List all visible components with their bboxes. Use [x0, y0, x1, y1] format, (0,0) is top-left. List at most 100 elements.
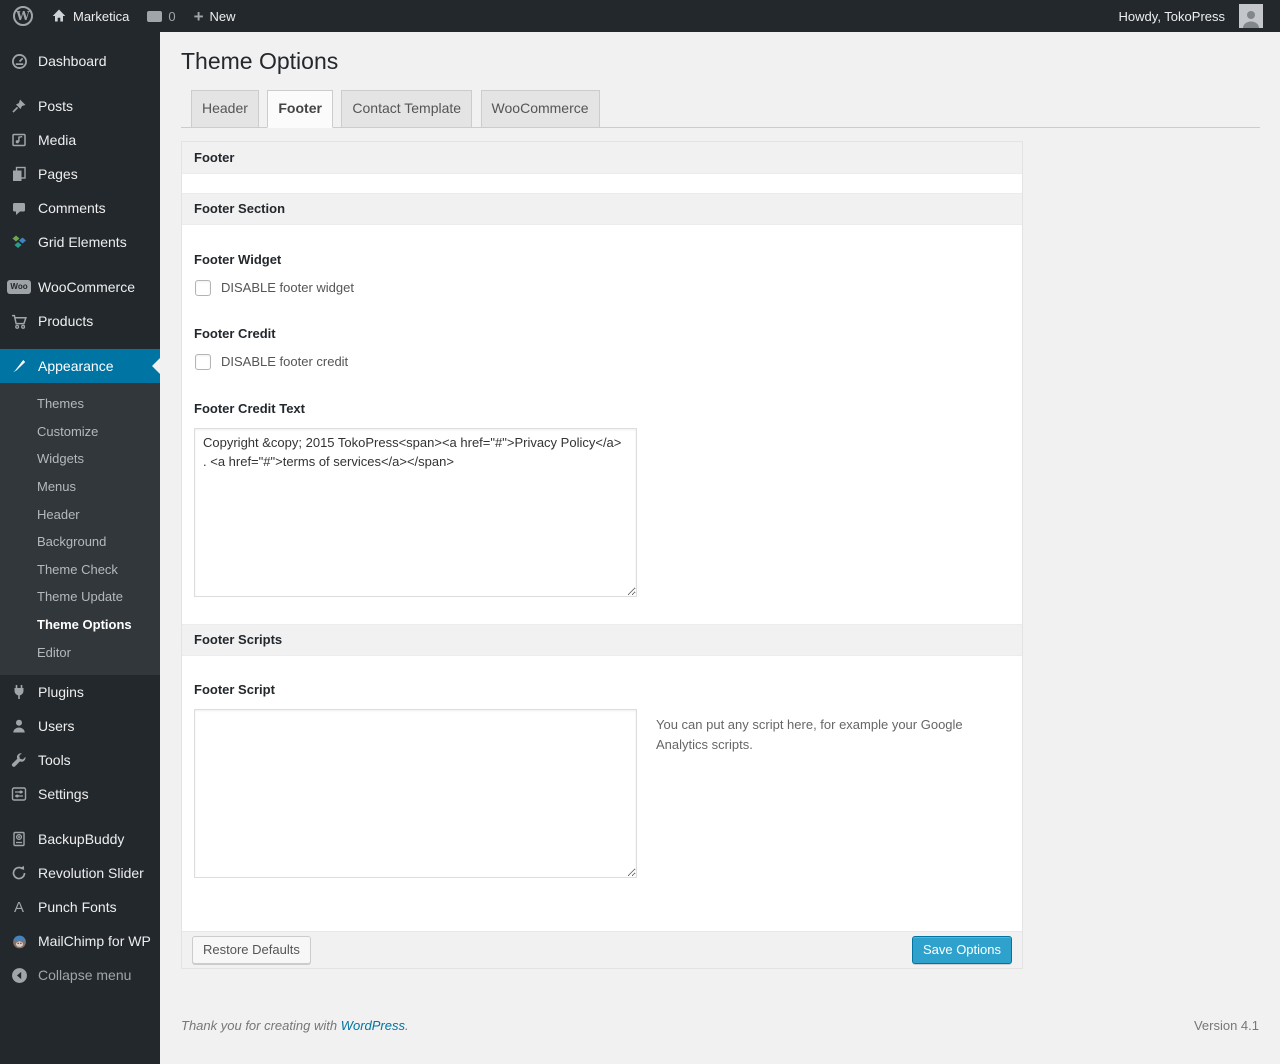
- footer-script-label: Footer Script: [194, 681, 275, 697]
- save-options-button[interactable]: Save Options: [911, 935, 1012, 964]
- submenu-theme-options[interactable]: Theme Options: [0, 611, 160, 639]
- footer-scripts-body: Footer Script You can put any script her…: [182, 656, 1022, 931]
- submenu-themes[interactable]: Themes: [0, 390, 160, 418]
- grid-elements-icon: [9, 232, 29, 252]
- wordpress-logo-icon: W: [13, 6, 33, 26]
- avatar: [1239, 4, 1263, 28]
- page-title: Theme Options: [181, 48, 339, 74]
- plus-icon: +: [193, 6, 204, 26]
- submenu-background[interactable]: Background: [0, 528, 160, 556]
- sidebar-item-label: Dashboard: [38, 53, 107, 69]
- footer-credit-text-textarea[interactable]: Copyright &copy; 2015 TokoPress<span><a …: [194, 427, 637, 597]
- sidebar-item-appearance[interactable]: Appearance: [0, 349, 160, 383]
- collapse-arrow-icon: [9, 965, 29, 985]
- sidebar-item-mailchimp[interactable]: MailChimp for WP: [0, 924, 160, 958]
- disable-footer-credit-label[interactable]: DISABLE footer credit: [221, 354, 348, 369]
- appearance-submenu: Themes Customize Widgets Menus Header Ba…: [0, 383, 160, 676]
- footer-script-help: You can put any script here, for example…: [656, 716, 963, 752]
- admin-bar: W Marketica 0 + New Howdy, TokoPress: [0, 0, 1280, 32]
- footer-credit-text-label: Footer Credit Text: [194, 400, 305, 416]
- sidebar-item-label: Punch Fonts: [38, 899, 117, 916]
- appearance-brush-icon: [9, 356, 29, 376]
- admin-footer: Thank you for creating with WordPress. V…: [181, 1018, 1260, 1033]
- new-content-menu[interactable]: + New: [185, 0, 245, 32]
- disable-footer-widget-checkbox[interactable]: [195, 279, 211, 296]
- wordpress-logo-menu[interactable]: W: [4, 0, 42, 32]
- sidebar-item-grid-elements[interactable]: Grid Elements: [0, 225, 160, 259]
- restore-defaults-button[interactable]: Restore Defaults: [192, 935, 311, 964]
- submenu-widgets[interactable]: Widgets: [0, 445, 160, 473]
- footer-box-header: Footer: [182, 141, 1022, 174]
- sidebar-item-tools[interactable]: Tools: [0, 743, 160, 777]
- sidebar-item-label: Users: [38, 718, 75, 735]
- submenu-theme-check[interactable]: Theme Check: [0, 556, 160, 584]
- sidebar-item-label: Products: [38, 313, 94, 329]
- sidebar-item-collapse-menu[interactable]: Collapse menu: [0, 958, 160, 992]
- sidebar-item-woocommerce[interactable]: Woo WooCommerce: [0, 270, 160, 304]
- footer-script-textarea[interactable]: [194, 708, 637, 878]
- submenu-customize[interactable]: Customize: [0, 418, 160, 446]
- new-label: New: [209, 8, 236, 24]
- submenu-theme-update[interactable]: Theme Update: [0, 583, 160, 611]
- sidebar-item-comments[interactable]: Comments: [0, 191, 160, 225]
- pages-icon: [9, 164, 29, 184]
- disable-footer-credit-checkbox[interactable]: [195, 353, 211, 370]
- footer-widget-label: Footer Widget: [194, 251, 282, 267]
- footer-credit-label: Footer Credit: [194, 325, 276, 341]
- sidebar-item-posts[interactable]: Posts: [0, 89, 160, 123]
- sidebar-item-label: Media: [38, 132, 77, 148]
- sidebar-item-label: Settings: [38, 786, 89, 803]
- submenu-editor[interactable]: Editor: [0, 639, 160, 667]
- sidebar-item-dashboard[interactable]: Dashboard: [0, 44, 160, 78]
- tab-footer[interactable]: Footer: [267, 90, 333, 128]
- mailchimp-monkey-icon: [9, 931, 29, 951]
- sidebar-item-settings[interactable]: Settings: [0, 777, 160, 811]
- sidebar-item-label: BackupBuddy: [38, 831, 125, 848]
- submenu-header[interactable]: Header: [0, 501, 160, 529]
- wordpress-link[interactable]: WordPress: [341, 1018, 405, 1033]
- tab-header[interactable]: Header: [191, 90, 259, 128]
- comments-icon: [9, 198, 29, 218]
- sidebar-item-label: Plugins: [38, 684, 84, 701]
- footer-section-body: Footer Widget DISABLE footer widget Foot…: [182, 225, 1022, 624]
- sidebar-item-pages[interactable]: Pages: [0, 157, 160, 191]
- sidebar-item-punch-fonts[interactable]: A Punch Fonts: [0, 890, 160, 924]
- admin-sidebar: Dashboard Posts Media Pages Comments Gri…: [0, 32, 160, 1064]
- theme-options-tabs: Header Footer Contact Template WooCommer…: [181, 90, 1260, 128]
- footer-options-panel: Footer Footer Section Footer Widget DISA…: [181, 140, 1023, 969]
- woocommerce-icon: Woo: [7, 277, 31, 297]
- thanks-suffix: .: [405, 1017, 409, 1033]
- footer-scripts-title: Footer Scripts: [194, 632, 283, 648]
- panel-action-bar: Restore Defaults Save Options: [182, 930, 1022, 968]
- thanks-prefix: Thank you for creating with: [181, 1017, 341, 1033]
- footer-section-header: Footer Section: [182, 192, 1022, 225]
- plugin-icon: [9, 682, 29, 702]
- user-icon: [9, 716, 29, 736]
- sidebar-item-products[interactable]: Products: [0, 304, 160, 338]
- sidebar-item-label: Collapse menu: [38, 967, 132, 984]
- footer-thanks-text: Thank you for creating with WordPress.: [181, 1018, 409, 1033]
- letter-a-icon: A: [13, 898, 24, 916]
- comments-shortcut[interactable]: 0: [138, 0, 184, 32]
- comment-count: 0: [168, 8, 176, 24]
- tab-contact-template[interactable]: Contact Template: [341, 90, 473, 128]
- site-name-link[interactable]: Marketica: [42, 0, 138, 32]
- wrench-icon: [9, 750, 29, 770]
- sidebar-item-revolution-slider[interactable]: Revolution Slider: [0, 856, 160, 890]
- sidebar-item-label: WooCommerce: [38, 279, 135, 295]
- tab-woocommerce[interactable]: WooCommerce: [480, 90, 600, 128]
- site-name-label: Marketica: [73, 8, 130, 24]
- sidebar-item-plugins[interactable]: Plugins: [0, 675, 160, 709]
- refresh-arrows-icon: [9, 863, 29, 883]
- sidebar-item-users[interactable]: Users: [0, 709, 160, 743]
- howdy-label: Howdy, TokoPress: [1118, 8, 1225, 24]
- disable-footer-widget-label[interactable]: DISABLE footer widget: [221, 280, 354, 295]
- version-label: Version 4.1: [1193, 1017, 1259, 1033]
- sidebar-item-media[interactable]: Media: [0, 123, 160, 157]
- howdy-account-menu[interactable]: Howdy, TokoPress: [1110, 0, 1272, 32]
- submenu-menus[interactable]: Menus: [0, 473, 160, 501]
- sidebar-item-backupbuddy[interactable]: BackupBuddy: [0, 822, 160, 856]
- cart-icon: [9, 311, 29, 331]
- comment-bubble-icon: [147, 10, 163, 22]
- footer-section-title: Footer Section: [194, 201, 286, 217]
